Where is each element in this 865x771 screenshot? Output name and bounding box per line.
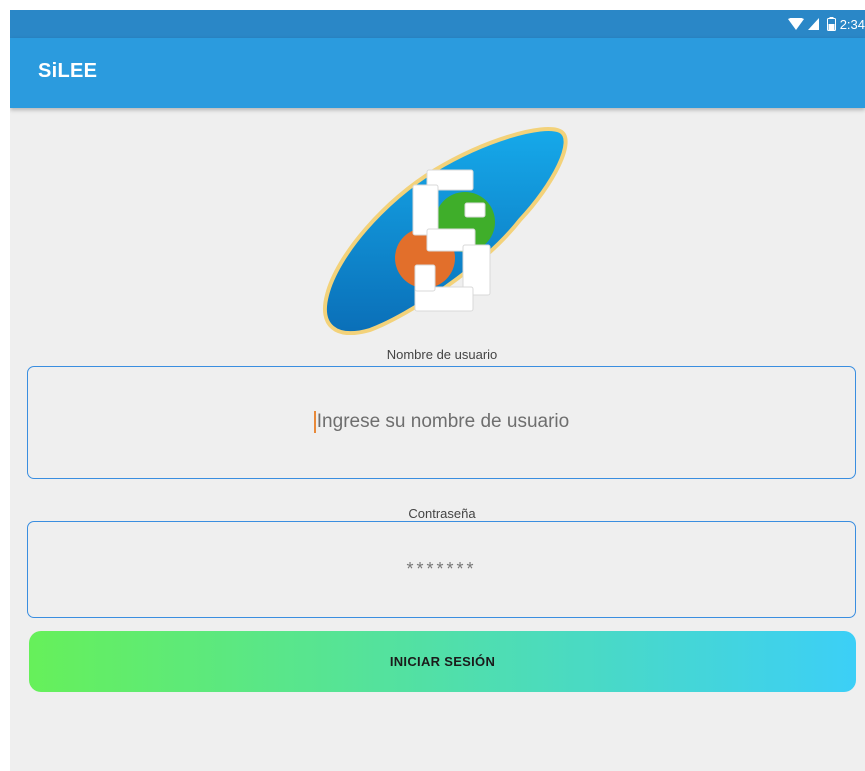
- status-bar: 2:34: [10, 10, 865, 38]
- username-input-text: Ingrese su nombre de usuario: [313, 411, 570, 434]
- username-placeholder: Ingrese su nombre de usuario: [316, 411, 570, 433]
- signal-icon: [807, 18, 819, 30]
- app-screen: 2:34 SiLEE Nombre de usuario Ingrese su …: [10, 10, 865, 771]
- status-time: 2:34: [839, 16, 865, 32]
- app-bar: SiLEE: [10, 38, 865, 108]
- username-input[interactable]: Ingrese su nombre de usuario: [27, 366, 856, 479]
- password-placeholder: *******: [406, 559, 477, 579]
- app-logo: [323, 127, 568, 335]
- password-label: Contraseña: [408, 506, 476, 521]
- wifi-icon: [787, 17, 804, 31]
- username-label: Nombre de usuario: [386, 347, 498, 362]
- login-button[interactable]: INICIAR SESIÓN: [29, 631, 856, 692]
- password-input[interactable]: *******: [27, 521, 856, 618]
- text-caret: [313, 411, 316, 434]
- app-title: SiLEE: [38, 60, 98, 82]
- battery-icon: [826, 17, 836, 31]
- status-icons: 2:34: [787, 10, 865, 38]
